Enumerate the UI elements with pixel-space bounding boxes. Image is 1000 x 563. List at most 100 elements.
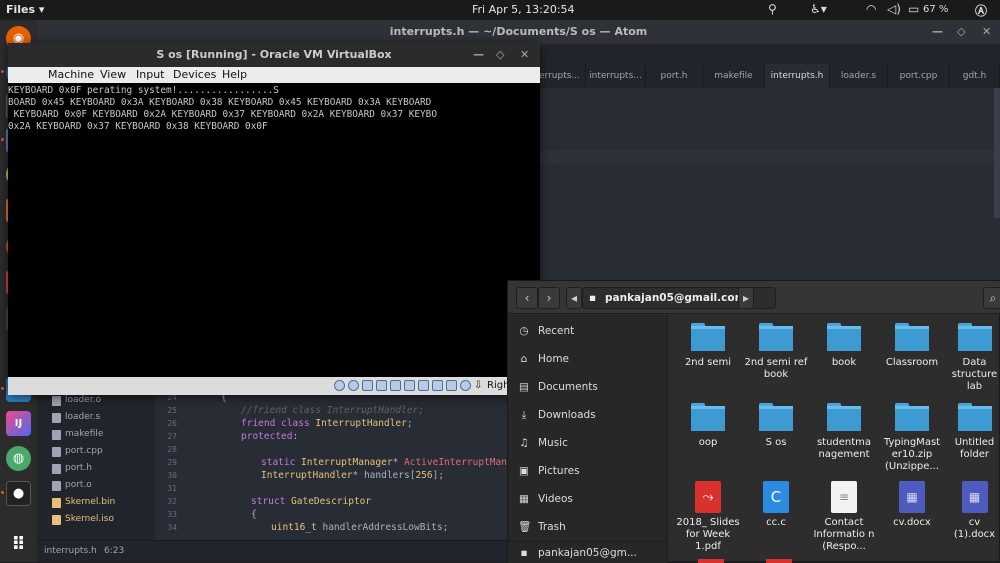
documents-icon: ▤ [519,381,529,393]
back-button[interactable]: ‹ [516,287,538,309]
menu-help[interactable]: Help [222,68,247,81]
intellij-icon[interactable]: IJ [6,411,31,436]
atom-title: interrupts.h — ~/Documents/S os — Atom [389,25,648,38]
keyboard-icon[interactable]: ⇩ [474,380,482,391]
file-item[interactable]: Ccc.c [744,481,808,529]
volume-icon[interactable]: ◁) [887,2,901,16]
music-icon: ♫ [519,437,529,449]
file-item[interactable]: ▦ cv (1).docx [948,481,1000,541]
tab-interrupts-h[interactable]: interrupts.h [765,64,830,88]
minimize-icon[interactable]: — [932,20,943,44]
usb-icon[interactable] [390,380,401,391]
folder-item[interactable]: studentma nagement [812,403,876,461]
tree-item-skernel-bin[interactable]: Skernel.bin [52,494,115,511]
sidebar-item-recent[interactable]: ◷ Recent [518,321,574,341]
file-icon [52,413,61,423]
code-editor[interactable]: { //friend class InterruptHandler; frien… [185,390,507,540]
display-icon[interactable] [418,380,429,391]
sidebar-item-music[interactable]: ♫ Music [518,433,568,453]
battery-icon[interactable]: ▭ [908,2,919,16]
sidebar-item-account[interactable]: ▪ pankajan05@gm... [518,543,636,563]
close-icon[interactable]: ✕ [982,20,991,44]
files-grid: 2nd semi 2nd semi ref book book Classroo… [668,315,1000,563]
files-app-menu[interactable]: Files ▾ [6,3,44,16]
search-button[interactable]: ⌕ [983,287,1000,309]
folder-item[interactable]: Classroom [880,323,944,369]
path-right-button[interactable]: ▸ [738,287,754,309]
file-item[interactable]: ▦ cv.docx [880,481,944,529]
tab-loader-s[interactable]: loader.s [830,64,888,88]
menu-view[interactable]: View [100,68,126,81]
home-icon: ⌂ [520,353,528,365]
folder-item[interactable]: book [812,323,876,369]
folder-item[interactable]: 2nd semi ref book [744,323,808,381]
folder-icon [691,403,725,431]
cpu-icon[interactable] [446,380,457,391]
android-icon[interactable]: ⚲ [768,2,777,16]
sidebar-item-documents[interactable]: ▤ Documents [518,377,598,397]
audio-icon[interactable] [362,380,373,391]
show-apps-icon[interactable]: ⠿ [6,532,31,557]
wifi-icon[interactable]: ◠ [866,2,876,16]
folder-item[interactable]: TypingMast er10.zip (Unzippe... [880,403,944,473]
path-left-button[interactable]: ◂ [566,287,582,309]
restore-icon[interactable]: ◇ [496,43,504,67]
menu-input[interactable]: Input [136,68,164,81]
tree-item-makefile[interactable]: makefile [52,426,103,443]
tree-item-skernel-iso[interactable]: Skernel.iso [52,511,114,528]
shared-folder-icon[interactable] [404,380,415,391]
folder-item[interactable]: oop [676,403,740,449]
sidebar-item-trash[interactable]: 🗑 Trash [518,517,566,537]
vbox-title: S os [Running] - Oracle VM VirtualBox [156,48,392,61]
camera-icon[interactable]: ● [6,481,31,506]
sidebar-item-home[interactable]: ⌂ Home [518,349,569,369]
tab-gdt-h[interactable]: gdt.h [950,64,1000,88]
menu-machine[interactable]: Machine [48,68,94,81]
line-number: 27 [167,432,177,441]
sidebar-divider [508,541,668,542]
system-menu-icon[interactable]: Ⓐ [975,2,987,19]
accessibility-icon[interactable]: ♿▾ [810,2,827,16]
recording-icon[interactable] [432,380,443,391]
file-item[interactable]: ⤳ 2018_ Slides for Week 1.pdf [676,481,740,553]
folder-item[interactable]: Data structure lab [948,323,1000,393]
tab-makefile[interactable]: makefile [703,64,765,88]
folder-item[interactable]: S os [744,403,808,449]
close-icon[interactable]: ✕ [520,43,529,67]
line-number: 32 [167,497,177,506]
text-file-icon: ≡ [831,481,857,513]
tab-port-h[interactable]: port.h [646,64,703,88]
hard-disk-icon[interactable] [334,380,345,391]
downloads-icon: ⤓ [521,409,527,421]
tab-errupts[interactable]: errupts... [534,64,586,88]
chromium-icon[interactable]: ◍ [6,446,31,471]
mouse-integration-icon[interactable] [460,380,471,391]
status-cursor-position[interactable]: 6:23 [104,546,124,556]
folder-icon [827,403,861,431]
clock[interactable]: Fri Apr 5, 13:20:54 [472,3,575,16]
vm-screen[interactable]: KEYBOARD 0x0F perating system!..........… [8,83,540,377]
tree-item-port-cpp[interactable]: port.cpp [52,443,103,460]
sidebar-item-downloads[interactable]: ⤓ Downloads [518,405,596,425]
editor-scrollbar[interactable] [994,88,1000,218]
sidebar-item-pictures[interactable]: ▣ Pictures [518,461,580,481]
tree-item-port-h[interactable]: port.h [52,460,92,477]
code-line: { [251,509,257,520]
folder-item[interactable]: Untitled folder [948,403,1000,461]
file-item[interactable]: ≡ Contact Informatio n (Respo... [812,481,876,553]
menu-devices[interactable]: Devices [173,68,216,81]
network-icon[interactable] [376,380,387,391]
sidebar-item-videos[interactable]: ▦ Videos [518,489,573,509]
tab-port-cpp[interactable]: port.cpp [888,64,950,88]
folder-item[interactable]: 2nd semi [676,323,740,369]
line-number-gutter: 24 25 26 27 28 29 30 31 32 33 34 [155,390,185,540]
optical-drive-icon[interactable] [348,380,359,391]
tree-item-port-o[interactable]: port.o [52,477,92,494]
tree-item-loader-s[interactable]: loader.s [52,409,100,426]
restore-icon[interactable]: ◇ [957,20,965,44]
forward-button[interactable]: › [538,287,560,309]
tab-interrupts-cpp[interactable]: interrupts... [586,64,646,88]
code-line: struct GateDescriptor [251,496,372,507]
status-file-name[interactable]: interrupts.h [44,546,97,556]
minimize-icon[interactable]: — [473,43,484,67]
